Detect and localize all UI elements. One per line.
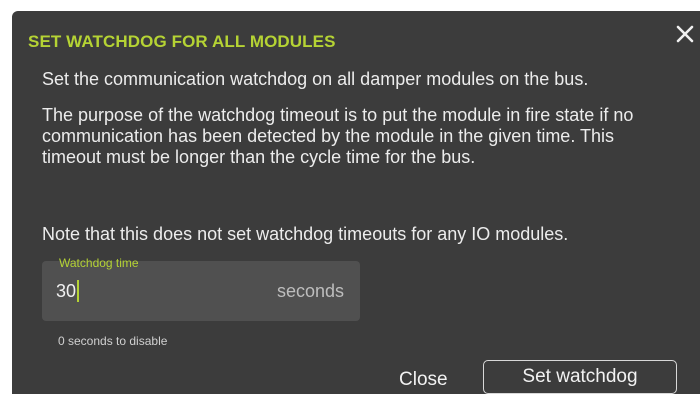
text-caret [77, 280, 80, 302]
description-paragraph-3: Note that this does not set watchdog tim… [42, 224, 569, 244]
set-watchdog-button[interactable]: Set watchdog [483, 360, 677, 394]
watchdog-dialog: SET WATCHDOG FOR ALL MODULES Set the com… [12, 11, 700, 394]
close-button[interactable]: Close [399, 369, 448, 391]
description-paragraph-1: Set the communication watchdog on all da… [42, 69, 589, 89]
watchdog-time-field[interactable]: Watchdog time 30 seconds [42, 256, 360, 321]
seconds-suffix: seconds [276, 281, 344, 301]
watchdog-time-input[interactable]: 30 [56, 279, 256, 303]
field-hint: 0 seconds to disable [58, 334, 168, 348]
close-icon[interactable] [672, 21, 698, 47]
watchdog-time-label: Watchdog time [59, 256, 139, 270]
description-paragraph-2: The purpose of the watchdog timeout is t… [42, 105, 634, 167]
dialog-title: SET WATCHDOG FOR ALL MODULES [28, 32, 336, 51]
watchdog-time-value: 30 [56, 281, 77, 301]
